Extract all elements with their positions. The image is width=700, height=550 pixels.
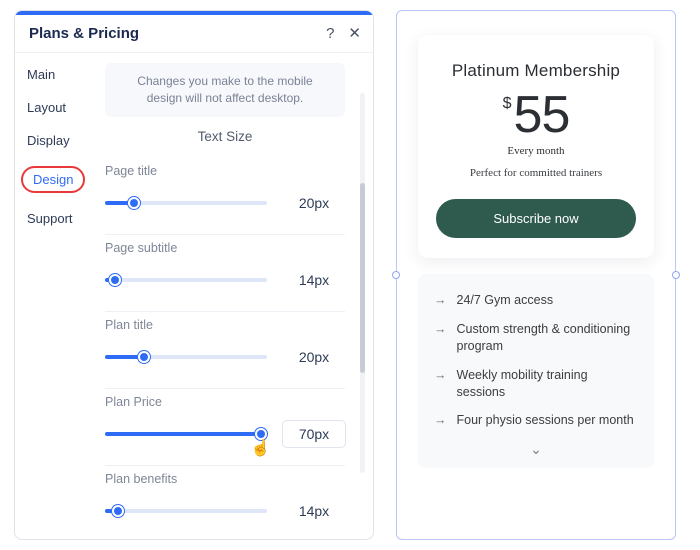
slider-value[interactable]: 20px (283, 344, 345, 370)
benefit-item: → Weekly mobility training sessions (434, 367, 638, 401)
slider-knob[interactable] (138, 351, 150, 363)
slider-label: Plan Price (105, 395, 345, 409)
scrollbar-track[interactable] (360, 93, 365, 473)
help-icon[interactable]: ? (326, 26, 334, 41)
slider-value[interactable]: 70px (283, 421, 345, 447)
selection-handle-right[interactable] (672, 271, 680, 279)
panel-header: Plans & Pricing ? ✕ (15, 15, 373, 53)
selection-handle-left[interactable] (392, 271, 400, 279)
slider-knob[interactable] (112, 505, 124, 517)
close-icon[interactable]: ✕ (348, 26, 361, 41)
slider-row: Plan Price ☝ 70px (105, 389, 345, 466)
slider-track[interactable] (105, 509, 267, 513)
benefit-text: 24/7 Gym access (457, 292, 554, 309)
price-period: Every month (436, 145, 636, 157)
slider-track[interactable]: ☝ (105, 432, 267, 436)
mobile-notice: Changes you make to the mobile design wi… (105, 63, 345, 117)
benefit-item: → Four physio sessions per month (434, 412, 638, 429)
benefit-item: → Custom strength & conditioning program (434, 321, 638, 355)
tab-design[interactable]: Design (21, 166, 85, 193)
slider-label: Page title (105, 164, 345, 178)
slider-label: Plan title (105, 318, 345, 332)
benefit-text: Four physio sessions per month (457, 412, 634, 429)
slider-track[interactable] (105, 355, 267, 359)
plan-price: $ 55 (436, 89, 636, 141)
slider-value[interactable]: 14px (283, 498, 345, 524)
slider-row: Page title 20px (105, 158, 345, 235)
panel-content: Changes you make to the mobile design wi… (93, 53, 373, 539)
scrollbar-thumb[interactable] (360, 183, 365, 373)
plan-title: Platinum Membership (436, 61, 636, 81)
benefit-text: Weekly mobility training sessions (457, 367, 639, 401)
slider-track[interactable] (105, 278, 267, 282)
slider-row: Page subtitle 14px (105, 235, 345, 312)
slider-row: Plan title 20px (105, 312, 345, 389)
expand-benefits-button[interactable]: ⌄ (434, 441, 638, 458)
tab-layout[interactable]: Layout (27, 100, 93, 115)
slider-value[interactable]: 14px (283, 267, 345, 293)
slider-knob[interactable] (128, 197, 140, 209)
mobile-preview-frame[interactable]: Platinum Membership $ 55 Every month Per… (396, 10, 676, 540)
slider-knob[interactable] (109, 274, 121, 286)
tab-main[interactable]: Main (27, 67, 93, 82)
arrow-right-icon: → (434, 412, 447, 429)
chevron-down-icon: ⌄ (530, 441, 542, 457)
plan-subtitle: Perfect for committed trainers (436, 167, 636, 179)
slider-knob[interactable] (255, 428, 267, 440)
slider-value[interactable]: 20px (283, 190, 345, 216)
benefit-item: → 24/7 Gym access (434, 292, 638, 309)
panel-title: Plans & Pricing (29, 25, 139, 42)
arrow-right-icon: → (434, 367, 447, 401)
section-heading: Text Size (105, 129, 345, 144)
price-amount: 55 (514, 89, 570, 141)
slider-label: Plan benefits (105, 472, 345, 486)
slider-row: Plan benefits 14px (105, 466, 345, 539)
slider-label: Page subtitle (105, 241, 345, 255)
tab-display[interactable]: Display (27, 133, 93, 148)
benefit-text: Custom strength & conditioning program (457, 321, 639, 355)
slider-track[interactable] (105, 201, 267, 205)
settings-panel: Plans & Pricing ? ✕ Main Layout Display Des… (14, 10, 374, 540)
currency-symbol: $ (503, 95, 512, 113)
benefits-card: → 24/7 Gym access → Custom strength & condi… (418, 274, 654, 468)
slider-fill (105, 432, 261, 436)
cursor-hand-icon: ☝ (251, 438, 271, 458)
subscribe-button[interactable]: Subscribe now (436, 199, 636, 238)
arrow-right-icon: → (434, 321, 447, 355)
arrow-right-icon: → (434, 292, 447, 309)
tab-support[interactable]: Support (27, 211, 93, 226)
panel-tabs: Main Layout Display Design Support (15, 53, 93, 539)
plan-card: Platinum Membership $ 55 Every month Per… (418, 35, 654, 258)
